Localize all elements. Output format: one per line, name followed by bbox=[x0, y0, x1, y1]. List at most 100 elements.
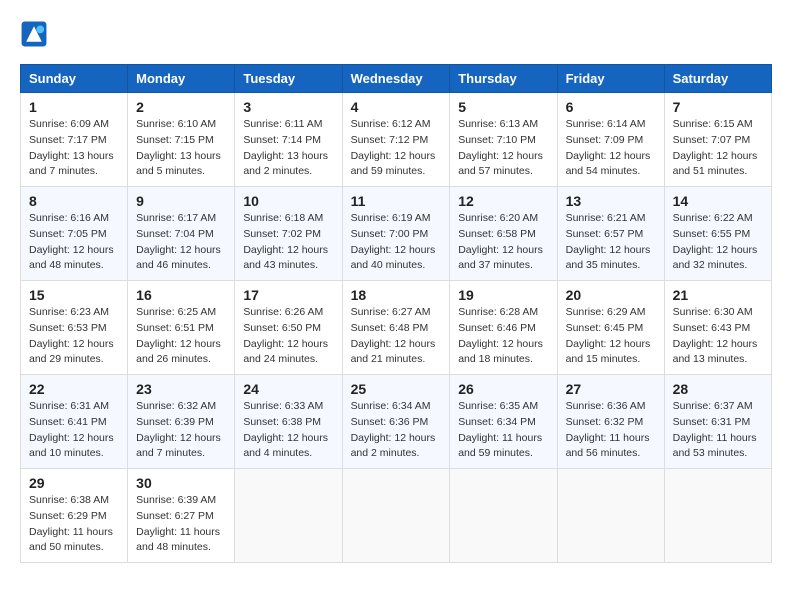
day-info: Sunrise: 6:16 AM Sunset: 7:05 PM Dayligh… bbox=[29, 211, 119, 274]
calendar-cell: 19 Sunrise: 6:28 AM Sunset: 6:46 PM Dayli… bbox=[450, 281, 557, 375]
day-number: 1 bbox=[29, 99, 119, 115]
day-info: Sunrise: 6:14 AM Sunset: 7:09 PM Dayligh… bbox=[566, 117, 656, 180]
day-info: Sunrise: 6:23 AM Sunset: 6:53 PM Dayligh… bbox=[29, 305, 119, 368]
day-info: Sunrise: 6:09 AM Sunset: 7:17 PM Dayligh… bbox=[29, 117, 119, 180]
day-info: Sunrise: 6:13 AM Sunset: 7:10 PM Dayligh… bbox=[458, 117, 548, 180]
calendar-cell bbox=[664, 469, 771, 563]
day-info: Sunrise: 6:12 AM Sunset: 7:12 PM Dayligh… bbox=[351, 117, 442, 180]
day-number: 12 bbox=[458, 193, 548, 209]
day-info: Sunrise: 6:26 AM Sunset: 6:50 PM Dayligh… bbox=[243, 305, 333, 368]
day-number: 5 bbox=[458, 99, 548, 115]
day-info: Sunrise: 6:37 AM Sunset: 6:31 PM Dayligh… bbox=[673, 399, 763, 462]
day-number: 24 bbox=[243, 381, 333, 397]
day-info: Sunrise: 6:38 AM Sunset: 6:29 PM Dayligh… bbox=[29, 493, 119, 556]
header-monday: Monday bbox=[128, 65, 235, 93]
calendar-cell: 18Sunrise: 6:27 AM Sunset: 6:48 PM Dayli… bbox=[342, 281, 450, 375]
calendar-cell: 3 Sunrise: 6:11 AM Sunset: 7:14 PM Daylig… bbox=[235, 93, 342, 187]
calendar-cell: 30 Sunrise: 6:39 AM Sunset: 6:27 PM Dayli… bbox=[128, 469, 235, 563]
calendar-cell: 6 Sunrise: 6:14 AM Sunset: 7:09 PM Daylig… bbox=[557, 93, 664, 187]
calendar-cell: 10 Sunrise: 6:18 AM Sunset: 7:02 PM Dayli… bbox=[235, 187, 342, 281]
calendar-cell: 16 Sunrise: 6:25 AM Sunset: 6:51 PM Dayli… bbox=[128, 281, 235, 375]
day-number: 20 bbox=[566, 287, 656, 303]
day-number: 10 bbox=[243, 193, 333, 209]
day-info: Sunrise: 6:35 AM Sunset: 6:34 PM Dayligh… bbox=[458, 399, 548, 462]
calendar-week-row: 15 Sunrise: 6:23 AM Sunset: 6:53 PM Dayli… bbox=[21, 281, 772, 375]
calendar-cell: 27 Sunrise: 6:36 AM Sunset: 6:32 PM Dayli… bbox=[557, 375, 664, 469]
calendar-week-row: 8 Sunrise: 6:16 AM Sunset: 7:05 PM Daylig… bbox=[21, 187, 772, 281]
header-sunday: Sunday bbox=[21, 65, 128, 93]
day-info: Sunrise: 6:10 AM Sunset: 7:15 PM Dayligh… bbox=[136, 117, 226, 180]
calendar-cell bbox=[557, 469, 664, 563]
day-number: 9 bbox=[136, 193, 226, 209]
day-info: Sunrise: 6:18 AM Sunset: 7:02 PM Dayligh… bbox=[243, 211, 333, 274]
day-number: 7 bbox=[673, 99, 763, 115]
day-number: 18 bbox=[351, 287, 442, 303]
day-info: Sunrise: 6:17 AM Sunset: 7:04 PM Dayligh… bbox=[136, 211, 226, 274]
calendar-cell: 4 Sunrise: 6:12 AM Sunset: 7:12 PM Daylig… bbox=[342, 93, 450, 187]
day-number: 11 bbox=[351, 193, 442, 209]
calendar-week-row: 22 Sunrise: 6:31 AM Sunset: 6:41 PM Dayli… bbox=[21, 375, 772, 469]
day-info: Sunrise: 6:34 AM Sunset: 6:36 PM Dayligh… bbox=[351, 399, 442, 462]
header-thursday: Thursday bbox=[450, 65, 557, 93]
header-friday: Friday bbox=[557, 65, 664, 93]
day-number: 19 bbox=[458, 287, 548, 303]
calendar-cell: 1 Sunrise: 6:09 AM Sunset: 7:17 PM Daylig… bbox=[21, 93, 128, 187]
day-info: Sunrise: 6:31 AM Sunset: 6:41 PM Dayligh… bbox=[29, 399, 119, 462]
calendar-cell: 23Sunrise: 6:32 AM Sunset: 6:39 PM Dayli… bbox=[128, 375, 235, 469]
day-info: Sunrise: 6:25 AM Sunset: 6:51 PM Dayligh… bbox=[136, 305, 226, 368]
day-info: Sunrise: 6:20 AM Sunset: 6:58 PM Dayligh… bbox=[458, 211, 548, 274]
calendar-cell: 20Sunrise: 6:29 AM Sunset: 6:45 PM Dayli… bbox=[557, 281, 664, 375]
page-header bbox=[20, 20, 772, 48]
day-info: Sunrise: 6:15 AM Sunset: 7:07 PM Dayligh… bbox=[673, 117, 763, 180]
day-number: 14 bbox=[673, 193, 763, 209]
day-number: 26 bbox=[458, 381, 548, 397]
calendar-cell bbox=[235, 469, 342, 563]
header-wednesday: Wednesday bbox=[342, 65, 450, 93]
day-number: 6 bbox=[566, 99, 656, 115]
calendar-cell: 25 Sunrise: 6:34 AM Sunset: 6:36 PM Dayli… bbox=[342, 375, 450, 469]
logo-icon bbox=[20, 20, 48, 48]
day-number: 28 bbox=[673, 381, 763, 397]
day-number: 4 bbox=[351, 99, 442, 115]
calendar-cell bbox=[342, 469, 450, 563]
day-info: Sunrise: 6:36 AM Sunset: 6:32 PM Dayligh… bbox=[566, 399, 656, 462]
day-number: 8 bbox=[29, 193, 119, 209]
day-number: 3 bbox=[243, 99, 333, 115]
calendar-cell: 13 Sunrise: 6:21 AM Sunset: 6:57 PM Dayli… bbox=[557, 187, 664, 281]
day-number: 25 bbox=[351, 381, 442, 397]
calendar-cell: 28 Sunrise: 6:37 AM Sunset: 6:31 PM Dayli… bbox=[664, 375, 771, 469]
day-number: 15 bbox=[29, 287, 119, 303]
calendar-cell: 29Sunrise: 6:38 AM Sunset: 6:29 PM Dayli… bbox=[21, 469, 128, 563]
calendar-cell: 24Sunrise: 6:33 AM Sunset: 6:38 PM Dayli… bbox=[235, 375, 342, 469]
day-number: 16 bbox=[136, 287, 226, 303]
calendar-cell: 7 Sunrise: 6:15 AM Sunset: 7:07 PM Daylig… bbox=[664, 93, 771, 187]
calendar-table: SundayMondayTuesdayWednesdayThursdayFrid… bbox=[20, 64, 772, 563]
day-info: Sunrise: 6:19 AM Sunset: 7:00 PM Dayligh… bbox=[351, 211, 442, 274]
day-number: 21 bbox=[673, 287, 763, 303]
day-number: 13 bbox=[566, 193, 656, 209]
calendar-cell: 15 Sunrise: 6:23 AM Sunset: 6:53 PM Dayli… bbox=[21, 281, 128, 375]
day-number: 2 bbox=[136, 99, 226, 115]
day-number: 22 bbox=[29, 381, 119, 397]
day-info: Sunrise: 6:21 AM Sunset: 6:57 PM Dayligh… bbox=[566, 211, 656, 274]
calendar-cell: 17 Sunrise: 6:26 AM Sunset: 6:50 PM Dayli… bbox=[235, 281, 342, 375]
day-number: 17 bbox=[243, 287, 333, 303]
day-number: 23 bbox=[136, 381, 226, 397]
day-number: 30 bbox=[136, 475, 226, 491]
day-info: Sunrise: 6:30 AM Sunset: 6:43 PM Dayligh… bbox=[673, 305, 763, 368]
day-info: Sunrise: 6:39 AM Sunset: 6:27 PM Dayligh… bbox=[136, 493, 226, 556]
calendar-cell bbox=[450, 469, 557, 563]
calendar-cell: 5 Sunrise: 6:13 AM Sunset: 7:10 PM Daylig… bbox=[450, 93, 557, 187]
logo bbox=[20, 20, 52, 48]
day-info: Sunrise: 6:28 AM Sunset: 6:46 PM Dayligh… bbox=[458, 305, 548, 368]
calendar-cell: 8 Sunrise: 6:16 AM Sunset: 7:05 PM Daylig… bbox=[21, 187, 128, 281]
calendar-cell: 26 Sunrise: 6:35 AM Sunset: 6:34 PM Dayli… bbox=[450, 375, 557, 469]
day-info: Sunrise: 6:11 AM Sunset: 7:14 PM Dayligh… bbox=[243, 117, 333, 180]
calendar-cell: 9 Sunrise: 6:17 AM Sunset: 7:04 PM Daylig… bbox=[128, 187, 235, 281]
header-saturday: Saturday bbox=[664, 65, 771, 93]
calendar-cell: 2 Sunrise: 6:10 AM Sunset: 7:15 PM Daylig… bbox=[128, 93, 235, 187]
calendar-week-row: 1 Sunrise: 6:09 AM Sunset: 7:17 PM Daylig… bbox=[21, 93, 772, 187]
day-number: 27 bbox=[566, 381, 656, 397]
calendar-cell: 21 Sunrise: 6:30 AM Sunset: 6:43 PM Dayli… bbox=[664, 281, 771, 375]
calendar-header-row: SundayMondayTuesdayWednesdayThursdayFrid… bbox=[21, 65, 772, 93]
